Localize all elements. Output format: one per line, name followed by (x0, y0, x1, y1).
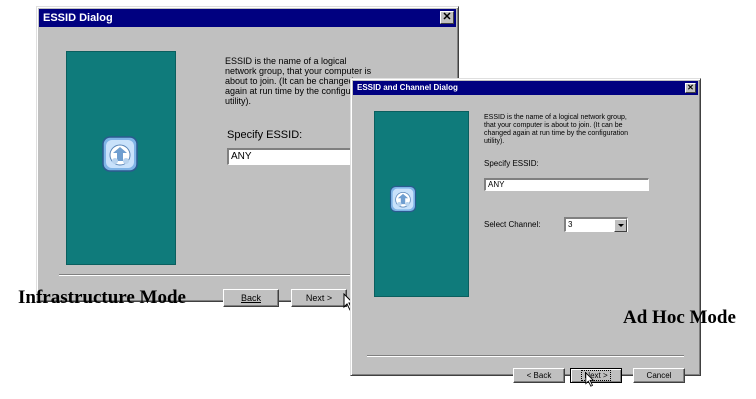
channel-select-value: 3 (568, 220, 573, 229)
infrastructure-mode-caption: Infrastructure Mode (18, 287, 186, 308)
specify-essid-label: Specify ESSID: (484, 159, 539, 168)
cancel-button-label: Cancel (646, 371, 672, 380)
ad-hoc-mode-caption: Ad Hoc Mode (623, 307, 736, 328)
back-button[interactable]: < Back (513, 368, 565, 383)
channel-select[interactable]: 3 (564, 217, 628, 232)
essid-channel-dialog: ESSID and Channel Dialog ✕ ESSID is the … (350, 78, 701, 383)
network-setup-icon (389, 185, 417, 213)
cancel-button[interactable]: Cancel (633, 368, 685, 383)
close-icon[interactable]: ✕ (440, 11, 454, 24)
essid-channel-dialog-titlebar: ESSID and Channel Dialog ✕ (353, 81, 698, 95)
essid-dialog-titlebar: ESSID Dialog ✕ (39, 9, 456, 27)
mouse-pointer-icon (585, 372, 595, 387)
network-setup-icon (102, 136, 138, 172)
back-button-label: Back (240, 293, 261, 303)
specify-essid-label: Specify ESSID: (227, 129, 303, 141)
essid-dialog-title: ESSID Dialog (43, 12, 113, 24)
back-button-label: < Back (526, 371, 552, 380)
next-button-label: Next > (305, 293, 333, 303)
select-channel-label: Select Channel: (484, 220, 541, 229)
next-button[interactable]: Next > (291, 289, 347, 307)
essid-input[interactable]: ANY (484, 178, 649, 191)
essid-input[interactable]: ANY (227, 148, 367, 165)
next-button[interactable]: Next > (570, 368, 622, 383)
dialog-separator (59, 274, 379, 276)
essid-explanation-text: ESSID is the name of a logical network g… (484, 114, 628, 145)
back-button[interactable]: Back (223, 289, 279, 307)
essid-channel-dialog-title: ESSID and Channel Dialog (357, 83, 458, 92)
dialog-separator (367, 355, 684, 357)
chevron-down-icon[interactable] (614, 219, 627, 232)
close-icon[interactable]: ✕ (685, 83, 696, 93)
